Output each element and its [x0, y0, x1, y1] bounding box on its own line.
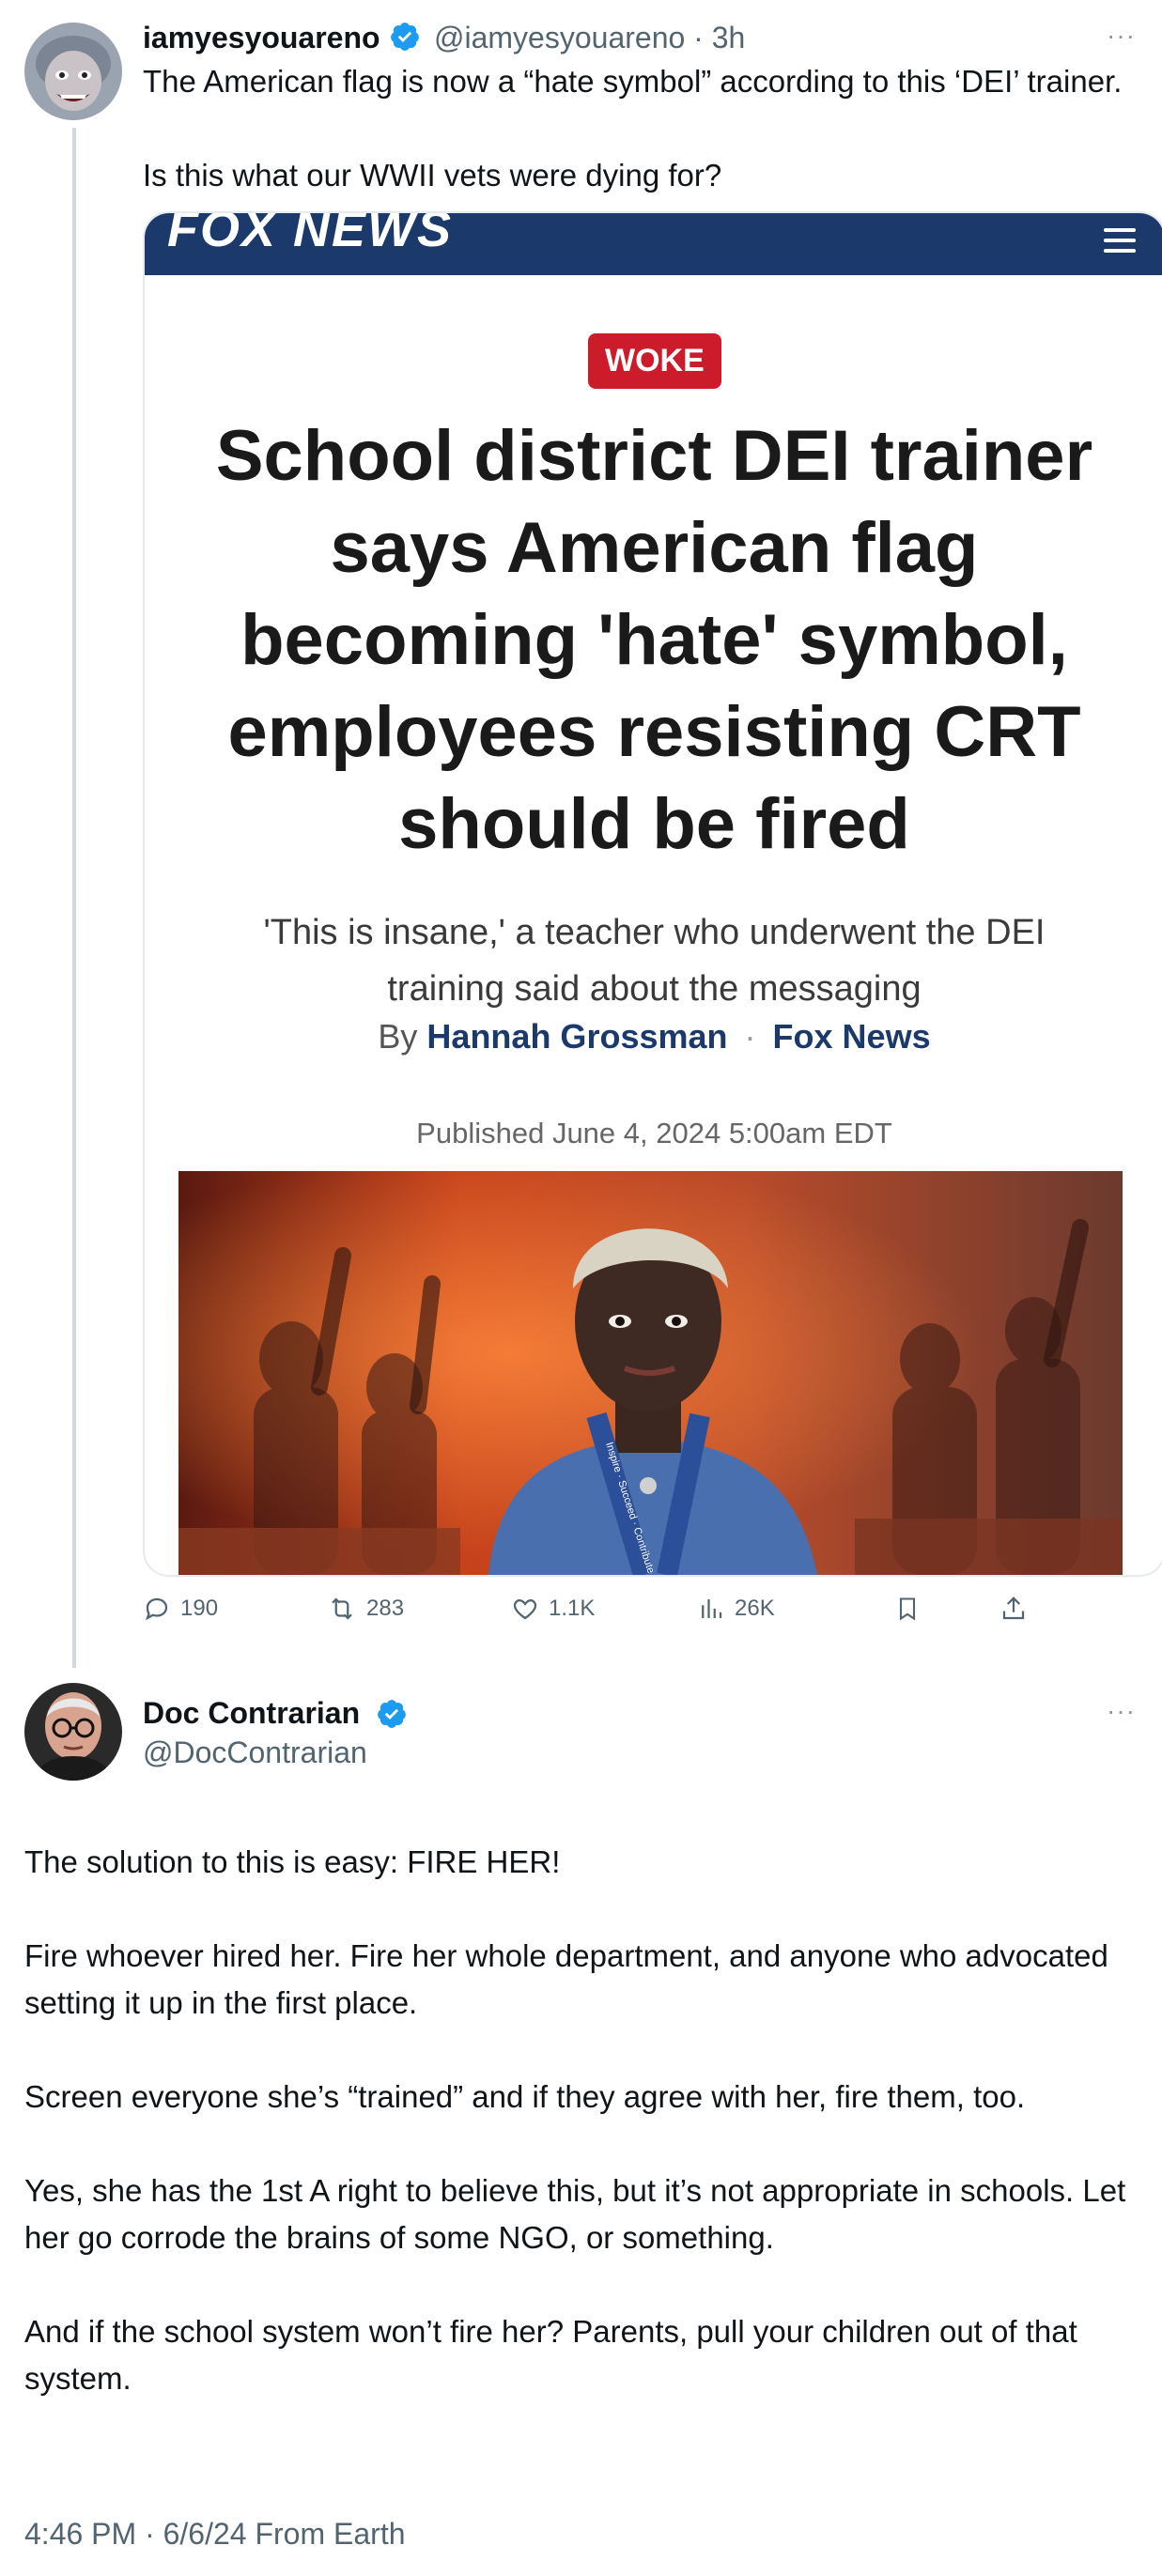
reply-button[interactable]: 190 [143, 1595, 218, 1623]
tweet-timestamp[interactable]: 3h [712, 21, 746, 54]
author-handle-text: @iamyesyouareno [434, 21, 686, 54]
author-name[interactable]: iamyesyouareno [143, 21, 380, 55]
article-photo-illustration: Inspire · Succeed · Contribute [178, 1171, 1123, 1575]
byline-author: Hannah Grossman [426, 1017, 728, 1056]
views-button[interactable]: 26K [697, 1595, 775, 1623]
avatar-iamyesyouareno[interactable] [24, 23, 122, 120]
tweet-text: The solution to this is easy: FIRE HER! … [24, 1844, 1126, 2396]
reply-icon [146, 1597, 168, 1621]
article-subheadline: 'This is insane,' a teacher who underwen… [263, 913, 1046, 1009]
tweet-timestamp-source[interactable]: 4:46 PM · 6/6/24 From Earth [24, 2517, 406, 2552]
more-options-icon[interactable]: ··· [1107, 21, 1136, 51]
verified-badge-icon [391, 23, 419, 51]
avatar-doccontrarian[interactable] [24, 1683, 122, 1781]
share-icon [1002, 1597, 1025, 1620]
like-count: 1.1K [549, 1596, 596, 1621]
author-name[interactable]: Doc Contrarian [143, 1696, 360, 1731]
repost-count: 283 [366, 1596, 405, 1621]
reply-count: 190 [180, 1596, 219, 1621]
avatar-portrait-icon [24, 1683, 122, 1781]
article-headline: School district DEI trainer says America… [215, 416, 1093, 864]
repost-icon [332, 1597, 352, 1620]
article-byline: By Hannah Grossman · Fox News [145, 1017, 1162, 1057]
article-photo: Inspire · Succeed · Contribute [178, 1171, 1123, 1575]
byline-dot: · [744, 1017, 756, 1056]
repost-button[interactable]: 283 [327, 1595, 404, 1623]
hamburger-menu-icon [1104, 228, 1136, 259]
verified-badge-icon [378, 1700, 406, 1728]
fox-news-header: FOX NEWS [145, 213, 1162, 275]
embedded-screenshot-card[interactable]: FOX NEWS WOKE School district DEI traine… [143, 211, 1162, 1577]
bookmark-button[interactable] [894, 1595, 930, 1623]
byline-outlet: Fox News [772, 1017, 931, 1056]
fox-news-logo: FOX NEWS [167, 211, 454, 257]
bookmark-icon [899, 1597, 916, 1621]
thread-connector-line [72, 128, 76, 1668]
tweet-text: The American flag is now a “hate symbol”… [143, 64, 1123, 193]
byline-by: By [378, 1017, 418, 1056]
meta-separator: · [693, 21, 704, 54]
more-options-icon[interactable]: ··· [1107, 1696, 1136, 1726]
views-count: 26K [735, 1596, 775, 1621]
heart-icon [513, 1599, 537, 1620]
tweet-action-bar: 190 283 1.1K 26K [143, 1587, 1082, 1634]
article-category-tag: WOKE [588, 333, 721, 389]
avatar-cartoon-face-icon [24, 23, 122, 120]
author-handle[interactable]: @iamyesyouareno · 3h [434, 21, 745, 55]
share-button[interactable] [999, 1595, 1037, 1623]
like-button[interactable]: 1.1K [511, 1595, 595, 1623]
article-published-date: Published June 4, 2024 5:00am EDT [416, 1117, 892, 1149]
views-bar-chart-icon [702, 1599, 722, 1618]
author-handle[interactable]: @DocContrarian [143, 1735, 367, 1770]
